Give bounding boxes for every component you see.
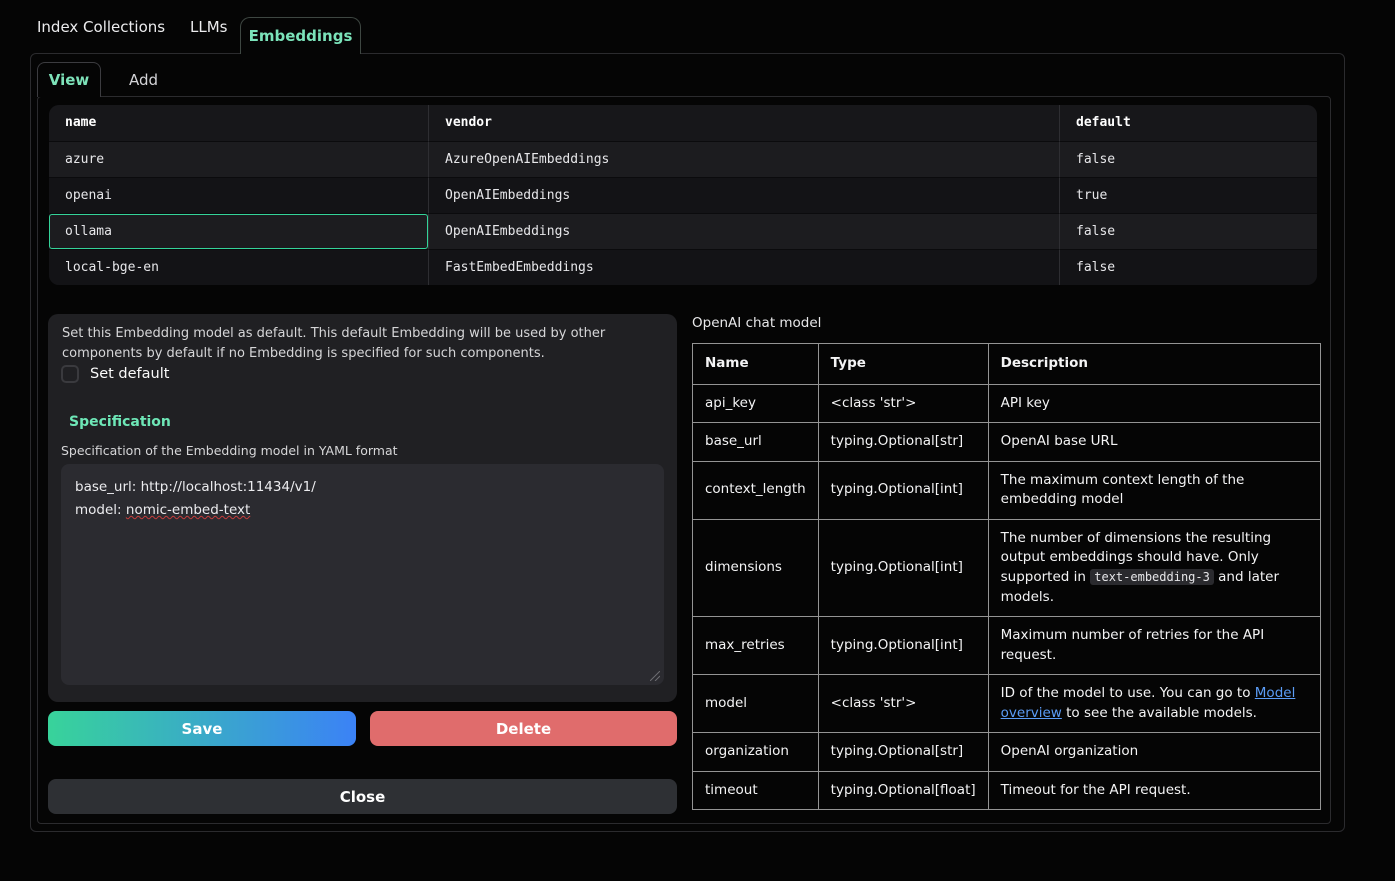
cell-name[interactable]: openai	[49, 177, 428, 213]
param-type: typing.Optional[int]	[818, 617, 988, 675]
doc-row-api-key: api_key <class 'str'> API key	[693, 384, 1321, 423]
doc-row-organization: organization typing.Optional[str] OpenAI…	[693, 733, 1321, 772]
tab-llms[interactable]: LLMs	[190, 0, 227, 53]
param-type: typing.Optional[int]	[818, 519, 988, 616]
doc-row-model: model <class 'str'> ID of the model to u…	[693, 675, 1321, 733]
set-default-label: Set default	[90, 366, 169, 382]
set-default-help-text: Set this Embedding model as default. Thi…	[62, 324, 662, 364]
cell-default: false	[1059, 213, 1317, 249]
cell-vendor: OpenAIEmbeddings	[428, 213, 1059, 249]
doc-col-name: Name	[693, 344, 819, 385]
doc-header-row: Name Type Description	[693, 344, 1321, 385]
model-doc-table: Name Type Description api_key <class 'st…	[692, 343, 1321, 810]
tab-index-collections[interactable]: Index Collections	[37, 0, 165, 53]
view-panel: name vendor default azure AzureOpenAIEmb…	[37, 96, 1331, 824]
param-name: timeout	[693, 771, 819, 810]
model-doc-title: OpenAI chat model	[692, 315, 821, 331]
cell-vendor: AzureOpenAIEmbeddings	[428, 141, 1059, 177]
embeddings-table: name vendor default azure AzureOpenAIEmb…	[49, 105, 1317, 285]
column-header-default: default	[1059, 105, 1317, 141]
cell-name-selected[interactable]: ollama	[49, 213, 428, 249]
param-type: typing.Optional[int]	[818, 461, 988, 519]
save-button[interactable]: Save	[48, 711, 356, 746]
doc-row-max-retries: max_retries typing.Optional[int] Maximum…	[693, 617, 1321, 675]
param-desc: API key	[988, 384, 1320, 423]
param-name: base_url	[693, 423, 819, 462]
param-desc: OpenAI base URL	[988, 423, 1320, 462]
embeddings-panel: View Add name vendor default azure Azure…	[30, 53, 1345, 832]
subtab-view[interactable]: View	[37, 62, 101, 97]
cell-name[interactable]: local-bge-en	[49, 249, 428, 285]
cell-vendor: OpenAIEmbeddings	[428, 177, 1059, 213]
param-desc: The maximum context length of the embedd…	[988, 461, 1320, 519]
param-desc: The number of dimensions the resulting o…	[988, 519, 1320, 616]
delete-button[interactable]: Delete	[370, 711, 677, 746]
param-name: context_length	[693, 461, 819, 519]
param-desc: OpenAI organization	[988, 733, 1320, 772]
embedding-detail-card: Set this Embedding model as default. Thi…	[48, 314, 677, 702]
doc-col-description: Description	[988, 344, 1320, 385]
column-header-name: name	[49, 105, 428, 141]
specification-heading: Specification	[69, 414, 171, 430]
yaml-line-1: base_url: http://localhost:11434/v1/	[75, 476, 650, 499]
param-name: dimensions	[693, 519, 819, 616]
embeddings-page: Index Collections LLMs Embeddings View A…	[0, 0, 1395, 881]
param-type: typing.Optional[str]	[818, 423, 988, 462]
cell-default: true	[1059, 177, 1317, 213]
cell-default: false	[1059, 249, 1317, 285]
yaml-line-2: model: nomic-embed-text	[75, 499, 650, 522]
cell-vendor: FastEmbedEmbeddings	[428, 249, 1059, 285]
param-name: organization	[693, 733, 819, 772]
resize-handle-icon[interactable]	[650, 671, 660, 681]
cell-default: false	[1059, 141, 1317, 177]
subtab-add[interactable]: Add	[115, 62, 172, 97]
param-desc: Maximum number of retries for the API re…	[988, 617, 1320, 675]
doc-col-type: Type	[818, 344, 988, 385]
column-header-vendor: vendor	[428, 105, 1059, 141]
set-default-checkbox[interactable]	[61, 365, 79, 383]
cell-name[interactable]: azure	[49, 141, 428, 177]
param-type: typing.Optional[str]	[818, 733, 988, 772]
doc-row-dimensions: dimensions typing.Optional[int] The numb…	[693, 519, 1321, 616]
param-name: api_key	[693, 384, 819, 423]
param-name: model	[693, 675, 819, 733]
set-default-checkbox-row[interactable]: Set default	[61, 365, 169, 383]
param-desc: Timeout for the API request.	[988, 771, 1320, 810]
doc-row-base-url: base_url typing.Optional[str] OpenAI bas…	[693, 423, 1321, 462]
param-desc: ID of the model to use. You can go to Mo…	[988, 675, 1320, 733]
param-type: <class 'str'>	[818, 675, 988, 733]
close-button[interactable]: Close	[48, 779, 677, 814]
param-type: <class 'str'>	[818, 384, 988, 423]
code-chip: text-embedding-3	[1090, 569, 1214, 585]
doc-row-timeout: timeout typing.Optional[float] Timeout f…	[693, 771, 1321, 810]
param-name: max_retries	[693, 617, 819, 675]
specification-help-text: Specification of the Embedding model in …	[61, 443, 398, 458]
param-type: typing.Optional[float]	[818, 771, 988, 810]
tab-embeddings[interactable]: Embeddings	[240, 17, 361, 54]
yaml-spec-textarea[interactable]: base_url: http://localhost:11434/v1/ mod…	[61, 464, 664, 685]
doc-row-context-length: context_length typing.Optional[int] The …	[693, 461, 1321, 519]
